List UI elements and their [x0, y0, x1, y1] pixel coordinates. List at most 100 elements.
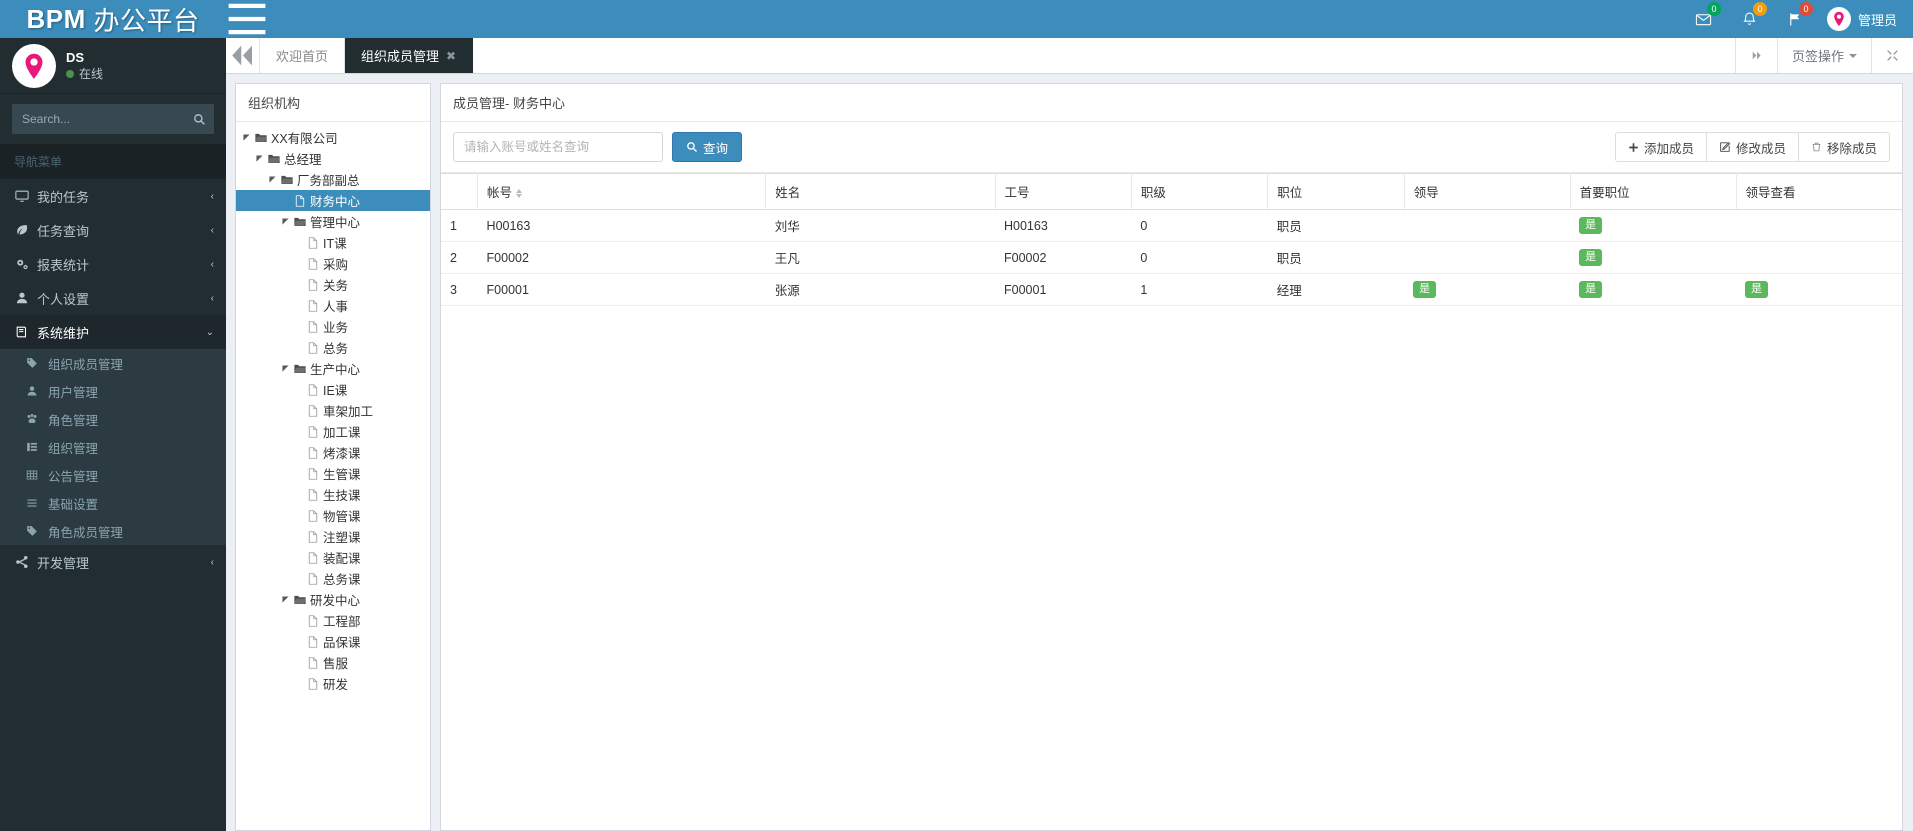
- tree-node-label: 管理中心: [310, 216, 361, 230]
- tree-collapse-icon[interactable]: [279, 596, 292, 603]
- tree-node[interactable]: 品保课: [236, 631, 430, 652]
- tree-node[interactable]: 总务: [236, 337, 430, 358]
- cell-idx: 2: [441, 241, 478, 274]
- tree-node[interactable]: IT课: [236, 232, 430, 253]
- tree-node[interactable]: 工程部: [236, 610, 430, 631]
- app-root: BPM 办公平台 0 0 0 管理员 DS 在线 Search... 导航菜单 …: [0, 0, 1913, 831]
- file-icon: [305, 677, 321, 690]
- chevron-left-icon: ‹: [210, 556, 214, 568]
- double-right-icon[interactable]: [1734, 38, 1777, 73]
- hamburger-icon[interactable]: [226, 0, 268, 38]
- tree-collapse-icon[interactable]: [266, 176, 279, 183]
- member-action-buttons: 添加成员 修改成员 移除成员: [1614, 132, 1890, 162]
- column-header-label: 姓名: [775, 186, 801, 200]
- sidebar-item-role-mgmt[interactable]: 角色管理: [0, 405, 226, 433]
- sidebar-item-personal-settings[interactable]: 个人设置 ‹: [0, 281, 226, 315]
- tree-node[interactable]: 财务中心: [236, 190, 430, 211]
- sidebar-item-basic-settings[interactable]: 基础设置: [0, 489, 226, 517]
- cell-primary: 是: [1570, 273, 1737, 306]
- tree-node[interactable]: 关务: [236, 274, 430, 295]
- sidebar-item-dev-mgmt[interactable]: 开发管理 ‹: [0, 545, 226, 579]
- tree-collapse-icon[interactable]: [240, 134, 253, 141]
- tree-node[interactable]: XX有限公司: [236, 127, 430, 148]
- sidebar-item-user-mgmt[interactable]: 用户管理: [0, 377, 226, 405]
- remove-member-button[interactable]: 移除成员: [1797, 132, 1890, 162]
- close-icon[interactable]: ✖: [446, 49, 456, 63]
- desktop-icon: [15, 189, 37, 203]
- chevron-left-icon: ‹: [210, 190, 214, 202]
- table-row[interactable]: 3 F00001 张源 F00001 1 经理是是是: [441, 273, 1902, 306]
- tree-node[interactable]: 管理中心: [236, 211, 430, 232]
- tree-node[interactable]: 注塑课: [236, 526, 430, 547]
- file-icon: [305, 530, 321, 543]
- tag-icon: [26, 525, 48, 537]
- tree-node-label: 生管课: [323, 468, 361, 482]
- bell-icon[interactable]: 0: [1727, 0, 1773, 38]
- tree-node[interactable]: 总经理: [236, 148, 430, 169]
- sidebar-item-reports[interactable]: 报表统计 ‹: [0, 247, 226, 281]
- tree-node[interactable]: 研发中心: [236, 589, 430, 610]
- tree-node[interactable]: 烤漆课: [236, 442, 430, 463]
- tree-node[interactable]: 生技课: [236, 484, 430, 505]
- app-logo[interactable]: BPM 办公平台: [0, 0, 226, 38]
- tree-node-label: 总经理: [284, 153, 322, 167]
- flag-icon[interactable]: 0: [1773, 0, 1819, 38]
- tree-node[interactable]: 車架加工: [236, 400, 430, 421]
- column-header-leader: 领导: [1404, 173, 1571, 210]
- tree-node-label: 售服: [323, 657, 349, 671]
- tree-node[interactable]: 加工课: [236, 421, 430, 442]
- table-row[interactable]: 2 F00002 王凡 F00002 0 职员是: [441, 241, 1902, 274]
- tree-collapse-icon[interactable]: [279, 218, 292, 225]
- status-badge: 是: [1579, 216, 1603, 235]
- tree-node[interactable]: 生产中心: [236, 358, 430, 379]
- tree-node[interactable]: 售服: [236, 652, 430, 673]
- column-header-account[interactable]: 帐号: [477, 173, 767, 210]
- member-search-input[interactable]: [453, 132, 663, 162]
- tree-collapse-icon[interactable]: [279, 365, 292, 372]
- tree-node[interactable]: 厂务部副总: [236, 169, 430, 190]
- envelope-icon[interactable]: 0: [1681, 0, 1727, 38]
- column-header-label: 领导: [1413, 186, 1439, 200]
- user-menu[interactable]: 管理员: [1819, 0, 1913, 38]
- table-row[interactable]: 1 H00163 刘华 H00163 0 职员是: [441, 209, 1902, 242]
- tab-label: 欢迎首页: [276, 49, 329, 64]
- tree-node[interactable]: 研发: [236, 673, 430, 694]
- tree-collapse-icon[interactable]: [253, 155, 266, 162]
- tree-node-label: 研发中心: [310, 594, 361, 608]
- tree-node[interactable]: 生管课: [236, 463, 430, 484]
- tab-welcome[interactable]: 欢迎首页: [260, 38, 346, 73]
- tree-node[interactable]: 人事: [236, 295, 430, 316]
- tree-node[interactable]: 总务课: [236, 568, 430, 589]
- add-member-label: 添加成员: [1643, 141, 1694, 156]
- tree-node-label: 車架加工: [323, 405, 374, 419]
- cell-leaderview: [1736, 241, 1902, 274]
- double-left-icon[interactable]: [226, 38, 260, 73]
- main-content: 组织机构 XX有限公司 总经理 厂务部副总 财务中心 管理中心 IT课 采购 关务 人事 业务 总务…: [226, 74, 1913, 831]
- tab-org-member-mgmt[interactable]: 组织成员管理 ✖: [345, 38, 474, 73]
- query-button[interactable]: 查询: [672, 132, 743, 162]
- tab-operations-dropdown[interactable]: 页签操作: [1776, 38, 1871, 73]
- tree-node[interactable]: 物管课: [236, 505, 430, 526]
- expand-icon[interactable]: [1871, 38, 1913, 73]
- tree-node-label: 生技课: [323, 489, 361, 503]
- tree-node[interactable]: 业务: [236, 316, 430, 337]
- sidebar-item-announcement-mgmt[interactable]: 公告管理: [0, 461, 226, 489]
- sidebar-item-task-query[interactable]: 任务查询 ‹: [0, 213, 226, 247]
- sort-icon[interactable]: [516, 189, 523, 199]
- tree-node[interactable]: 采购: [236, 253, 430, 274]
- tree-node[interactable]: 装配课: [236, 547, 430, 568]
- sidebar-item-role-member-mgmt[interactable]: 角色成员管理: [0, 517, 226, 545]
- sidebar-item-org-mgmt[interactable]: 组织管理: [0, 433, 226, 461]
- tree-node-label: 人事: [323, 300, 349, 314]
- search-icon[interactable]: [185, 105, 213, 133]
- tree-node[interactable]: IE课: [236, 379, 430, 400]
- sidebar-item-my-tasks[interactable]: 我的任务 ‹: [0, 179, 226, 213]
- edit-member-button[interactable]: 修改成员: [1705, 132, 1799, 162]
- submenu-label: 公告管理: [48, 469, 99, 484]
- sidebar-item-system-maintenance[interactable]: 系统维护 ⌄: [0, 315, 226, 349]
- add-member-button[interactable]: 添加成员: [1614, 132, 1707, 162]
- navbar-right: 0 0 0 管理员: [1681, 0, 1913, 38]
- cell-idx: 1: [441, 209, 478, 242]
- sidebar-item-org-member-mgmt[interactable]: 组织成员管理: [0, 349, 226, 377]
- search-input[interactable]: [13, 105, 213, 133]
